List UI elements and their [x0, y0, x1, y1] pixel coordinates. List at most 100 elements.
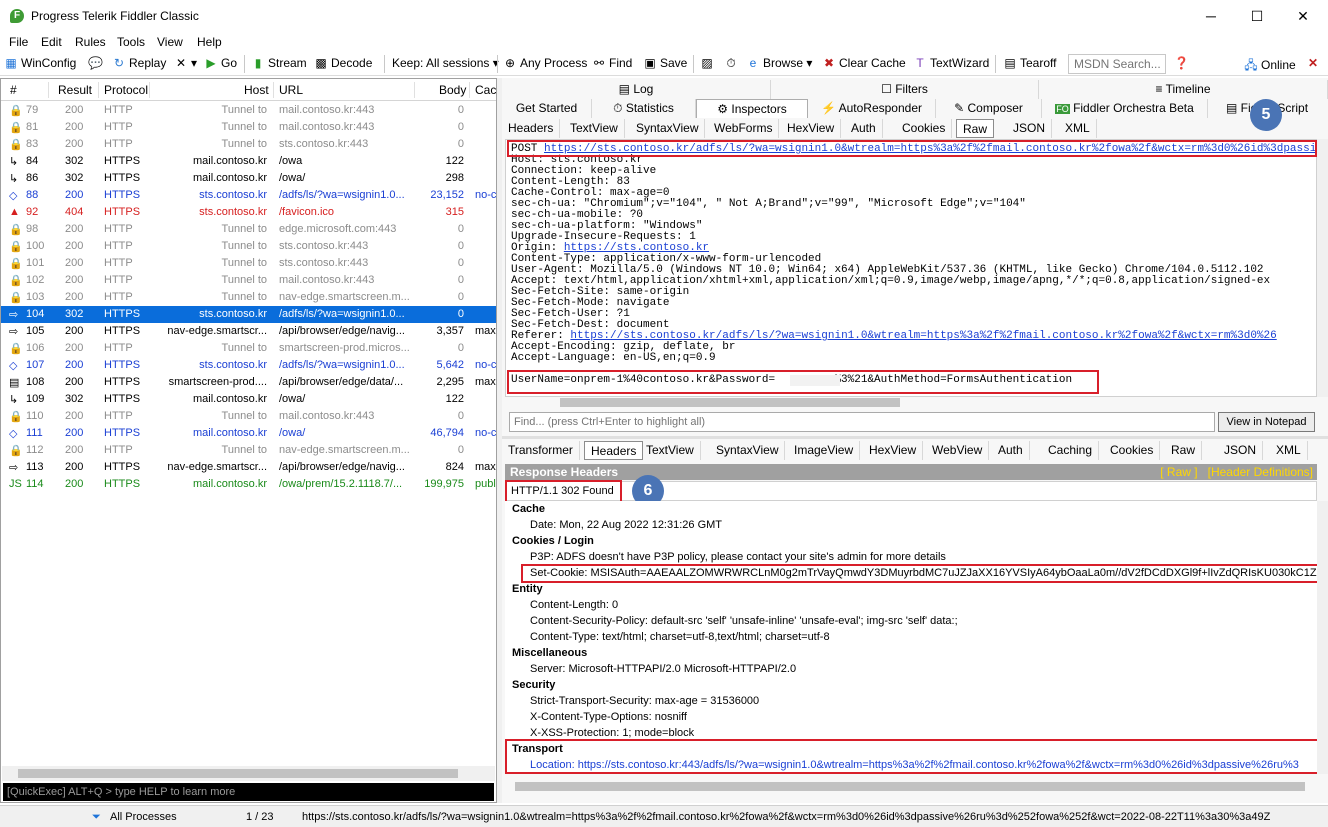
tab-composer[interactable]: ✎ Composer — [936, 99, 1042, 118]
col-header-host[interactable]: Host — [244, 83, 269, 97]
request-raw-view[interactable]: POST https://sts.contoso.kr/adfs/ls/?wa=… — [505, 139, 1317, 397]
screenshot-button[interactable]: ▨ — [700, 56, 717, 70]
table-row[interactable]: 🔒 98 200 HTTP Tunnel to edge.microsoft.com:44… — [1, 221, 496, 238]
req-tab-xml[interactable]: XML — [1059, 119, 1097, 138]
resp-tab-imageview[interactable]: ImageView — [788, 441, 861, 460]
menu-tools[interactable]: Tools — [117, 35, 145, 49]
stream-button[interactable]: ▮ Stream — [251, 56, 307, 70]
request-horizontal-scrollbar[interactable] — [560, 398, 900, 407]
table-row[interactable]: 🔒 79 200 HTTP Tunnel to mail.contoso.kr:443 0 — [1, 102, 496, 119]
process-filter[interactable]: All Processes — [110, 811, 177, 823]
resp-tab-transformer[interactable]: Transformer — [502, 441, 580, 460]
resp-tab-textview[interactable]: TextView — [640, 441, 701, 460]
resp-tab-auth[interactable]: Auth — [992, 441, 1030, 460]
msdn-search-input[interactable] — [1068, 54, 1166, 74]
col-header-body[interactable]: Body — [439, 83, 466, 97]
minimize-icon[interactable]: ─ — [1188, 4, 1234, 28]
menu-file[interactable]: File — [9, 35, 28, 49]
header-line[interactable]: X-XSS-Protection: 1; mode=block — [530, 727, 694, 739]
header-line[interactable]: Content-Length: 0 — [530, 599, 618, 611]
table-row[interactable]: ⇨ 105 200 HTTPS nav-edge.smartscr.../api/bro… — [1, 323, 496, 340]
header-line[interactable]: Server: Microsoft-HTTPAPI/2.0 Microsoft-… — [530, 663, 796, 675]
menu-help[interactable]: Help — [197, 35, 222, 49]
close-toolbar-icon[interactable]: ✕ — [1308, 56, 1318, 70]
tab-inspectors[interactable]: ⚙ Inspectors — [696, 99, 808, 118]
resp-tab-syntaxview[interactable]: SyntaxView — [710, 441, 786, 460]
browse-button[interactable]: e Browse ▾ — [746, 56, 813, 70]
go-button[interactable]: ▶ Go — [204, 56, 237, 70]
menu-edit[interactable]: Edit — [41, 35, 62, 49]
header-definitions-link[interactable]: [Header Definitions] — [1208, 465, 1313, 479]
header-group-title[interactable]: Security — [512, 679, 555, 691]
table-row[interactable]: ↳ 86 302 HTTPS mail.contoso.kr/owa/298 — [1, 170, 496, 187]
header-group-title[interactable]: Cache — [512, 503, 545, 515]
table-row[interactable]: ◇ 88 200 HTTPS sts.contoso.kr/adfs/ls/?wa=ws… — [1, 187, 496, 204]
winconfig-button[interactable]: ▦ WinConfig — [4, 56, 76, 70]
header-line[interactable]: P3P: ADFS doesn't have P3P policy, pleas… — [530, 551, 946, 563]
table-row[interactable]: 🔒 102 200 HTTP Tunnel to mail.contoso.kr:443 0 — [1, 272, 496, 289]
timer-button[interactable]: ⏱ — [724, 56, 741, 71]
header-line[interactable]: Strict-Transport-Security: max-age = 315… — [530, 695, 759, 707]
table-row[interactable]: 🔒 83 200 HTTP Tunnel to sts.contoso.kr:443 0 — [1, 136, 496, 153]
tab-log[interactable]: ▤ Log — [502, 80, 771, 99]
col-header-url[interactable]: URL — [279, 83, 303, 97]
table-row[interactable]: ↳ 109 302 HTTPS mail.contoso.kr/owa/122 — [1, 391, 496, 408]
table-row[interactable]: ⇨ 104 302 HTTPS sts.contoso.kr/adfs/ls/?wa=w… — [1, 306, 496, 323]
resp-tab-raw[interactable]: Raw — [1165, 441, 1203, 460]
table-row[interactable]: 🔒 81 200 HTTP Tunnel to mail.contoso.kr:443 0 — [1, 119, 496, 136]
clear-cache-button[interactable]: ✖ Clear Cache — [822, 56, 906, 70]
tab-fiddler-orchestra[interactable]: FO Fiddler Orchestra Beta — [1042, 99, 1208, 118]
req-tab-textview[interactable]: TextView — [564, 119, 625, 138]
req-tab-cookies[interactable]: Cookies — [896, 119, 953, 138]
table-row[interactable]: ▲ 92 404 HTTPS sts.contoso.kr/favicon.ico 315 — [1, 204, 496, 221]
textwizard-button[interactable]: T TextWizard — [913, 56, 989, 70]
find-button[interactable]: ⚯ Find — [592, 56, 632, 70]
header-line[interactable]: X-Content-Type-Options: nosniff — [530, 711, 687, 723]
col-header-caching[interactable]: Cach — [475, 83, 496, 97]
header-line[interactable]: Content-Type: text/html; charset=utf-8,t… — [530, 631, 830, 643]
close-icon[interactable]: ✕ — [1280, 4, 1326, 28]
maximize-icon[interactable]: ☐ — [1234, 4, 1280, 28]
response-horizontal-scrollbar[interactable] — [515, 782, 1305, 791]
resp-tab-webview[interactable]: WebView — [926, 441, 990, 460]
find-input[interactable] — [509, 412, 1215, 432]
table-row[interactable]: 🔒 110 200 HTTP Tunnel to mail.contoso.kr:443 0 — [1, 408, 496, 425]
comment-button[interactable]: 💬 — [88, 56, 105, 70]
tab-autoresponder[interactable]: ⚡ AutoResponder — [808, 99, 936, 118]
table-row[interactable]: JS 114 200 HTTPS mail.contoso.kr/owa/prem/15… — [1, 476, 496, 493]
resp-tab-cookies[interactable]: Cookies — [1104, 441, 1161, 460]
req-tab-auth[interactable]: Auth — [845, 119, 883, 138]
req-tab-syntaxview[interactable]: SyntaxView — [630, 119, 706, 138]
col-header-protocol[interactable]: Protocol — [104, 83, 148, 97]
req-tab-hexview[interactable]: HexView — [781, 119, 842, 138]
table-row[interactable]: ◇ 107 200 HTTPS sts.contoso.kr/adfs/ls/?wa=w… — [1, 357, 496, 374]
table-row[interactable]: 🔒 101 200 HTTP Tunnel to sts.contoso.kr:443 0 — [1, 255, 496, 272]
resp-tab-caching[interactable]: Caching — [1042, 441, 1100, 460]
response-vertical-scrollbar[interactable] — [1317, 501, 1328, 774]
replay-button[interactable]: ↻ Replay — [112, 56, 166, 70]
tab-timeline[interactable]: ≡ Timeline — [1039, 80, 1328, 99]
session-list-scrollbar[interactable] — [2, 766, 495, 781]
tab-filters[interactable]: ☐ Filters — [771, 80, 1039, 99]
col-header-number[interactable]: # — [10, 83, 17, 97]
menu-rules[interactable]: Rules — [75, 35, 106, 49]
req-tab-headers[interactable]: Headers — [502, 119, 561, 138]
request-vertical-scrollbar[interactable] — [1317, 139, 1328, 397]
view-in-notepad-button[interactable]: View in Notepad — [1218, 412, 1315, 432]
table-row[interactable]: 🔒 100 200 HTTP Tunnel to sts.contoso.kr:443 0 — [1, 238, 496, 255]
table-row[interactable]: 🔒 103 200 HTTP Tunnel to nav-edge.smartscreen… — [1, 289, 496, 306]
save-button[interactable]: ▣ Save — [643, 56, 687, 70]
table-row[interactable]: ↳ 84 302 HTTPS mail.contoso.kr/owa 122 — [1, 153, 496, 170]
col-header-result[interactable]: Result — [58, 83, 92, 97]
resp-tab-xml[interactable]: XML — [1270, 441, 1308, 460]
menu-view[interactable]: View — [157, 35, 183, 49]
remove-button[interactable]: ✕ ▾ — [174, 56, 197, 70]
header-line[interactable]: Content-Security-Policy: default-src 'se… — [530, 615, 958, 627]
tab-get-started[interactable]: Get Started — [502, 99, 592, 118]
online-button[interactable]: 🖧 Online — [1244, 56, 1295, 77]
raw-link[interactable]: [ Raw ] — [1160, 465, 1197, 479]
header-group-title[interactable]: Cookies / Login — [512, 535, 594, 547]
tab-statistics[interactable]: ⏱ Statistics — [592, 99, 696, 118]
table-row[interactable]: ▤ 108 200 HTTPS smartscreen-prod..../api/bro… — [1, 374, 496, 391]
help-button[interactable]: ❓ — [1174, 56, 1191, 70]
